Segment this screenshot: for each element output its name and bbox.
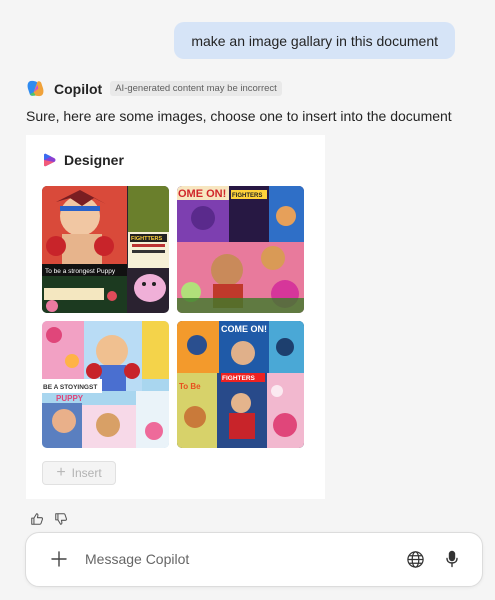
user-message-bubble: make an image gallary in this document bbox=[174, 22, 455, 59]
gallery-image-1-caption-top: FIGHTTERS bbox=[131, 236, 162, 242]
gallery-image-2-caption-bottom: FIGHTERS bbox=[232, 193, 262, 199]
gallery-image-4-caption-bottom: FIGHTERS bbox=[222, 375, 256, 382]
assistant-reply-text: Sure, here are some images, choose one t… bbox=[26, 108, 452, 124]
plus-icon: + bbox=[56, 464, 66, 481]
gallery-image-2-caption-top: OME ON! bbox=[178, 188, 226, 200]
designer-card: Designer To be a strongest Puppy FIGHTTE… bbox=[26, 135, 325, 499]
globe-icon[interactable] bbox=[406, 550, 425, 569]
copilot-header: Copilot AI-generated content may be inco… bbox=[26, 79, 282, 98]
thumbs-up-icon[interactable] bbox=[30, 512, 44, 526]
gallery-image-3[interactable]: BE A STOYINGST PUPPY bbox=[42, 321, 169, 448]
gallery-image-2[interactable]: OME ON! FIGHTERS bbox=[177, 186, 304, 313]
gallery-image-4-caption-top: COME ON! bbox=[221, 324, 267, 334]
insert-button[interactable]: + Insert bbox=[42, 461, 116, 485]
gallery-image-1[interactable]: To be a strongest Puppy FIGHTTERS bbox=[42, 186, 169, 313]
ai-disclaimer-badge: AI-generated content may be incorrect bbox=[110, 81, 282, 96]
message-composer: Message Copilot bbox=[25, 532, 483, 587]
user-message-text: make an image gallary in this document bbox=[191, 32, 438, 49]
gallery-image-3-caption-top: BE A STOYINGST bbox=[43, 384, 97, 391]
insert-button-label: Insert bbox=[71, 466, 102, 480]
copilot-logo-icon bbox=[26, 79, 45, 98]
gallery-image-4[interactable]: COME ON! To Be FIGHTERS bbox=[177, 321, 304, 448]
gallery-image-3-caption-bottom: PUPPY bbox=[56, 394, 84, 403]
message-input[interactable]: Message Copilot bbox=[85, 551, 189, 567]
thumbs-down-icon[interactable] bbox=[54, 512, 68, 526]
designer-logo-icon bbox=[43, 153, 57, 167]
designer-title: Designer bbox=[64, 152, 124, 168]
microphone-icon[interactable] bbox=[443, 550, 461, 568]
plus-icon[interactable] bbox=[50, 550, 68, 568]
copilot-name: Copilot bbox=[54, 80, 103, 97]
gallery-image-1-caption-bottom: To be a strongest Puppy bbox=[45, 268, 116, 275]
svg-text:To Be: To Be bbox=[179, 382, 201, 391]
designer-header: Designer bbox=[43, 152, 124, 168]
